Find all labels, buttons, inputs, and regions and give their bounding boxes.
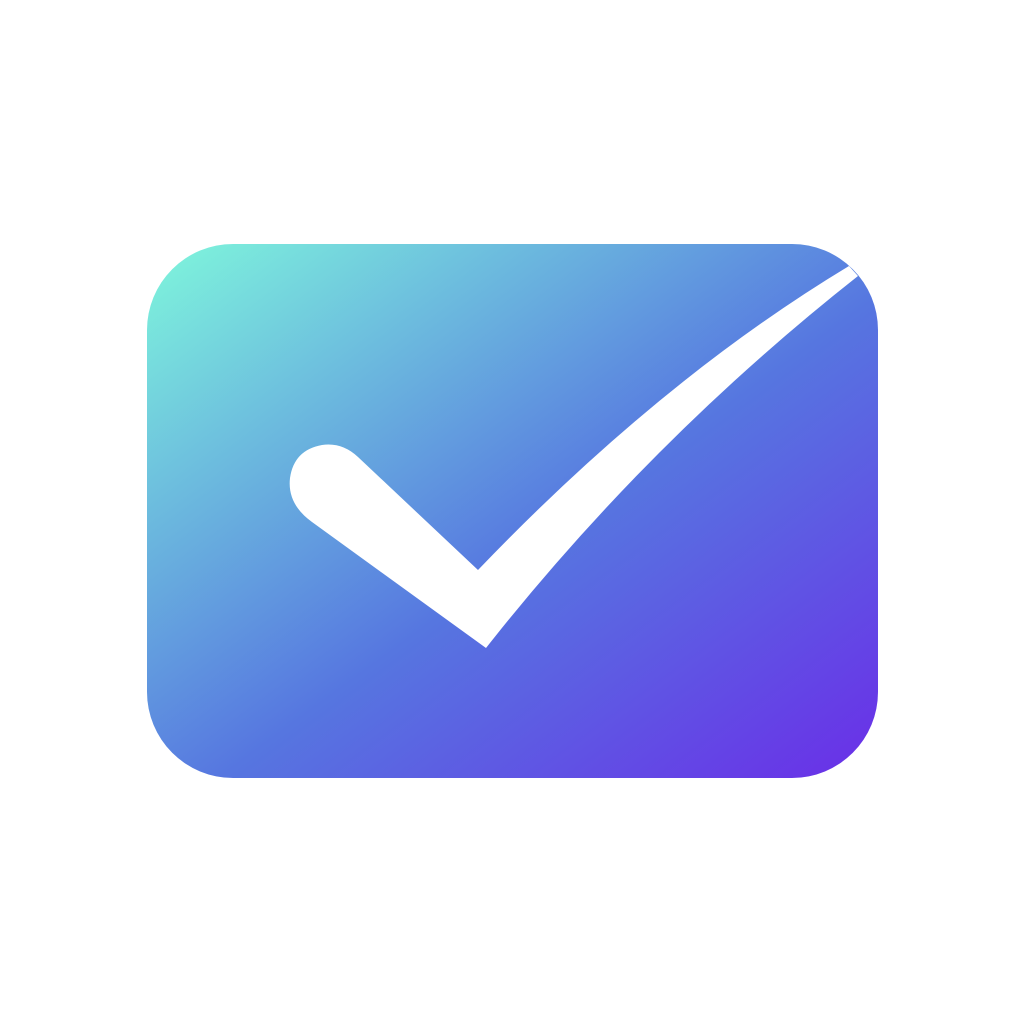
app-icon-canvas: [0, 0, 1024, 1024]
checkmark-badge-icon: [147, 244, 878, 778]
